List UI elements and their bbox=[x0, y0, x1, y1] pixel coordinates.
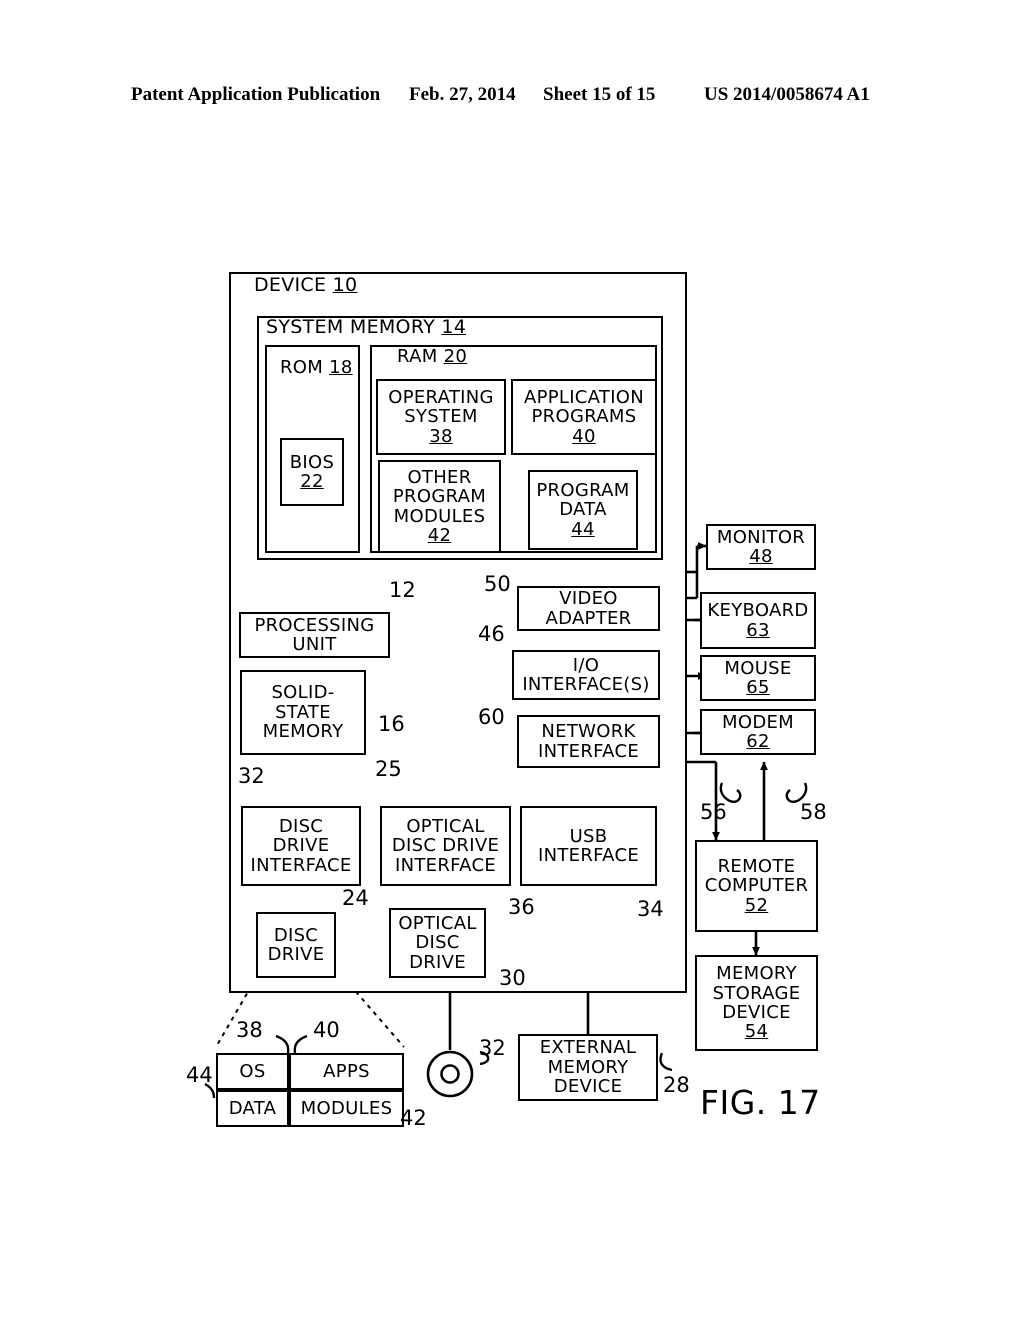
application-programs-label: APPLICATION PROGRAMS 40 bbox=[523, 386, 645, 447]
disc-drive-interface-box: DISC DRIVE INTERFACE bbox=[241, 806, 361, 886]
processing-unit-box: PROCESSING UNIT bbox=[239, 612, 390, 658]
disc-drive-interface-label: DISC DRIVE INTERFACE bbox=[250, 815, 352, 876]
program-data-label: PROGRAM DATA 44 bbox=[536, 479, 630, 540]
system-memory-title: SYSTEM MEMORY 14 bbox=[266, 316, 467, 338]
external-memory-device-label: EXTERNAL MEMORY DEVICE bbox=[539, 1037, 637, 1098]
ref-24: 24 bbox=[342, 886, 369, 910]
ref-56: 56 bbox=[700, 800, 727, 824]
ref-25: 25 bbox=[375, 757, 402, 781]
optical-disc-icon bbox=[426, 1050, 474, 1098]
ref-32-left: 32 bbox=[238, 764, 265, 788]
figure-17-diagram: DEVICE 10 SYSTEM MEMORY 14 ROM 18 BIOS 2… bbox=[0, 0, 1024, 1320]
optical-disc-drive-interface-label: OPTICAL DISC DRIVE INTERFACE bbox=[391, 815, 500, 876]
ref-44: 44 bbox=[186, 1063, 213, 1087]
figure-label: FIG. 17 bbox=[700, 1083, 821, 1122]
mouse-box: MOUSE 65 bbox=[700, 655, 816, 701]
ref-42: 42 bbox=[400, 1106, 427, 1130]
remote-computer-box: REMOTE COMPUTER 52 bbox=[695, 840, 818, 932]
device-title: DEVICE 10 bbox=[254, 274, 358, 296]
media-modules-label: MODULES bbox=[300, 1097, 393, 1119]
keyboard-label: KEYBOARD 63 bbox=[707, 600, 809, 641]
usb-interface-box: USB INTERFACE bbox=[520, 806, 657, 886]
bios-box: BIOS 22 bbox=[280, 438, 344, 506]
disc-drive-box: DISC DRIVE bbox=[256, 912, 336, 978]
processing-unit-label: PROCESSING UNIT bbox=[254, 614, 375, 655]
ref-30: 30 bbox=[499, 966, 526, 990]
other-program-modules-box: OTHER PROGRAM MODULES 42 bbox=[378, 460, 501, 553]
ref-34: 34 bbox=[637, 897, 664, 921]
monitor-box: MONITOR 48 bbox=[706, 524, 816, 570]
optical-disc-drive-label: OPTICAL DISC DRIVE bbox=[398, 912, 477, 973]
io-interfaces-label: I/O INTERFACE(S) bbox=[522, 654, 650, 695]
bios-label: BIOS 22 bbox=[289, 451, 335, 492]
ref-46: 46 bbox=[478, 622, 505, 646]
operating-system-box: OPERATING SYSTEM 38 bbox=[376, 379, 506, 455]
network-interface-box: NETWORK INTERFACE bbox=[517, 715, 660, 768]
ref-40: 40 bbox=[313, 1018, 340, 1042]
ref-28: 28 bbox=[663, 1073, 690, 1097]
ref-38: 38 bbox=[236, 1018, 263, 1042]
ram-title: RAM 20 bbox=[397, 346, 468, 367]
network-interface-label: NETWORK INTERFACE bbox=[538, 721, 639, 762]
ref-12: 12 bbox=[389, 578, 416, 602]
io-interfaces-box: I/O INTERFACE(S) bbox=[512, 650, 660, 700]
modem-box: MODEM 62 bbox=[700, 709, 816, 755]
optical-disc-drive-interface-box: OPTICAL DISC DRIVE INTERFACE bbox=[380, 806, 511, 886]
operating-system-label: OPERATING SYSTEM 38 bbox=[388, 386, 494, 447]
ref-50: 50 bbox=[484, 572, 511, 596]
program-data-box: PROGRAM DATA 44 bbox=[528, 470, 638, 550]
ref-32-disc: 32 bbox=[479, 1036, 506, 1060]
mouse-label: MOUSE 65 bbox=[724, 657, 792, 698]
memory-storage-device-label: MEMORY STORAGE DEVICE 54 bbox=[712, 963, 801, 1043]
monitor-label: MONITOR 48 bbox=[716, 526, 806, 567]
solid-state-memory-box: SOLID- STATE MEMORY bbox=[240, 670, 366, 755]
media-apps-cell: APPS bbox=[289, 1053, 404, 1090]
optical-disc-drive-box: OPTICAL DISC DRIVE bbox=[389, 908, 486, 978]
external-memory-device-box: EXTERNAL MEMORY DEVICE bbox=[518, 1034, 658, 1101]
solid-state-memory-label: SOLID- STATE MEMORY bbox=[262, 682, 344, 743]
ref-36: 36 bbox=[508, 895, 535, 919]
keyboard-box: KEYBOARD 63 bbox=[700, 592, 816, 649]
memory-storage-device-box: MEMORY STORAGE DEVICE 54 bbox=[695, 955, 818, 1051]
usb-interface-label: USB INTERFACE bbox=[538, 825, 639, 866]
media-data-label: DATA bbox=[228, 1097, 277, 1119]
ref-16: 16 bbox=[378, 712, 405, 736]
ref-60: 60 bbox=[478, 705, 505, 729]
media-os-cell: OS bbox=[216, 1053, 289, 1090]
remote-computer-label: REMOTE COMPUTER 52 bbox=[704, 855, 809, 916]
video-adapter-label: VIDEO ADAPTER bbox=[545, 588, 632, 629]
media-data-cell: DATA bbox=[216, 1090, 289, 1127]
media-os-label: OS bbox=[239, 1060, 266, 1082]
media-modules-cell: MODULES bbox=[289, 1090, 404, 1127]
video-adapter-box: VIDEO ADAPTER bbox=[517, 586, 660, 631]
other-program-modules-label: OTHER PROGRAM MODULES 42 bbox=[392, 466, 487, 546]
media-apps-label: APPS bbox=[323, 1060, 370, 1082]
disc-drive-label: DISC DRIVE bbox=[267, 924, 325, 965]
rom-title: ROM 18 bbox=[280, 357, 353, 378]
modem-label: MODEM 62 bbox=[722, 711, 794, 752]
ref-58: 58 bbox=[800, 800, 827, 824]
application-programs-box: APPLICATION PROGRAMS 40 bbox=[511, 379, 657, 455]
